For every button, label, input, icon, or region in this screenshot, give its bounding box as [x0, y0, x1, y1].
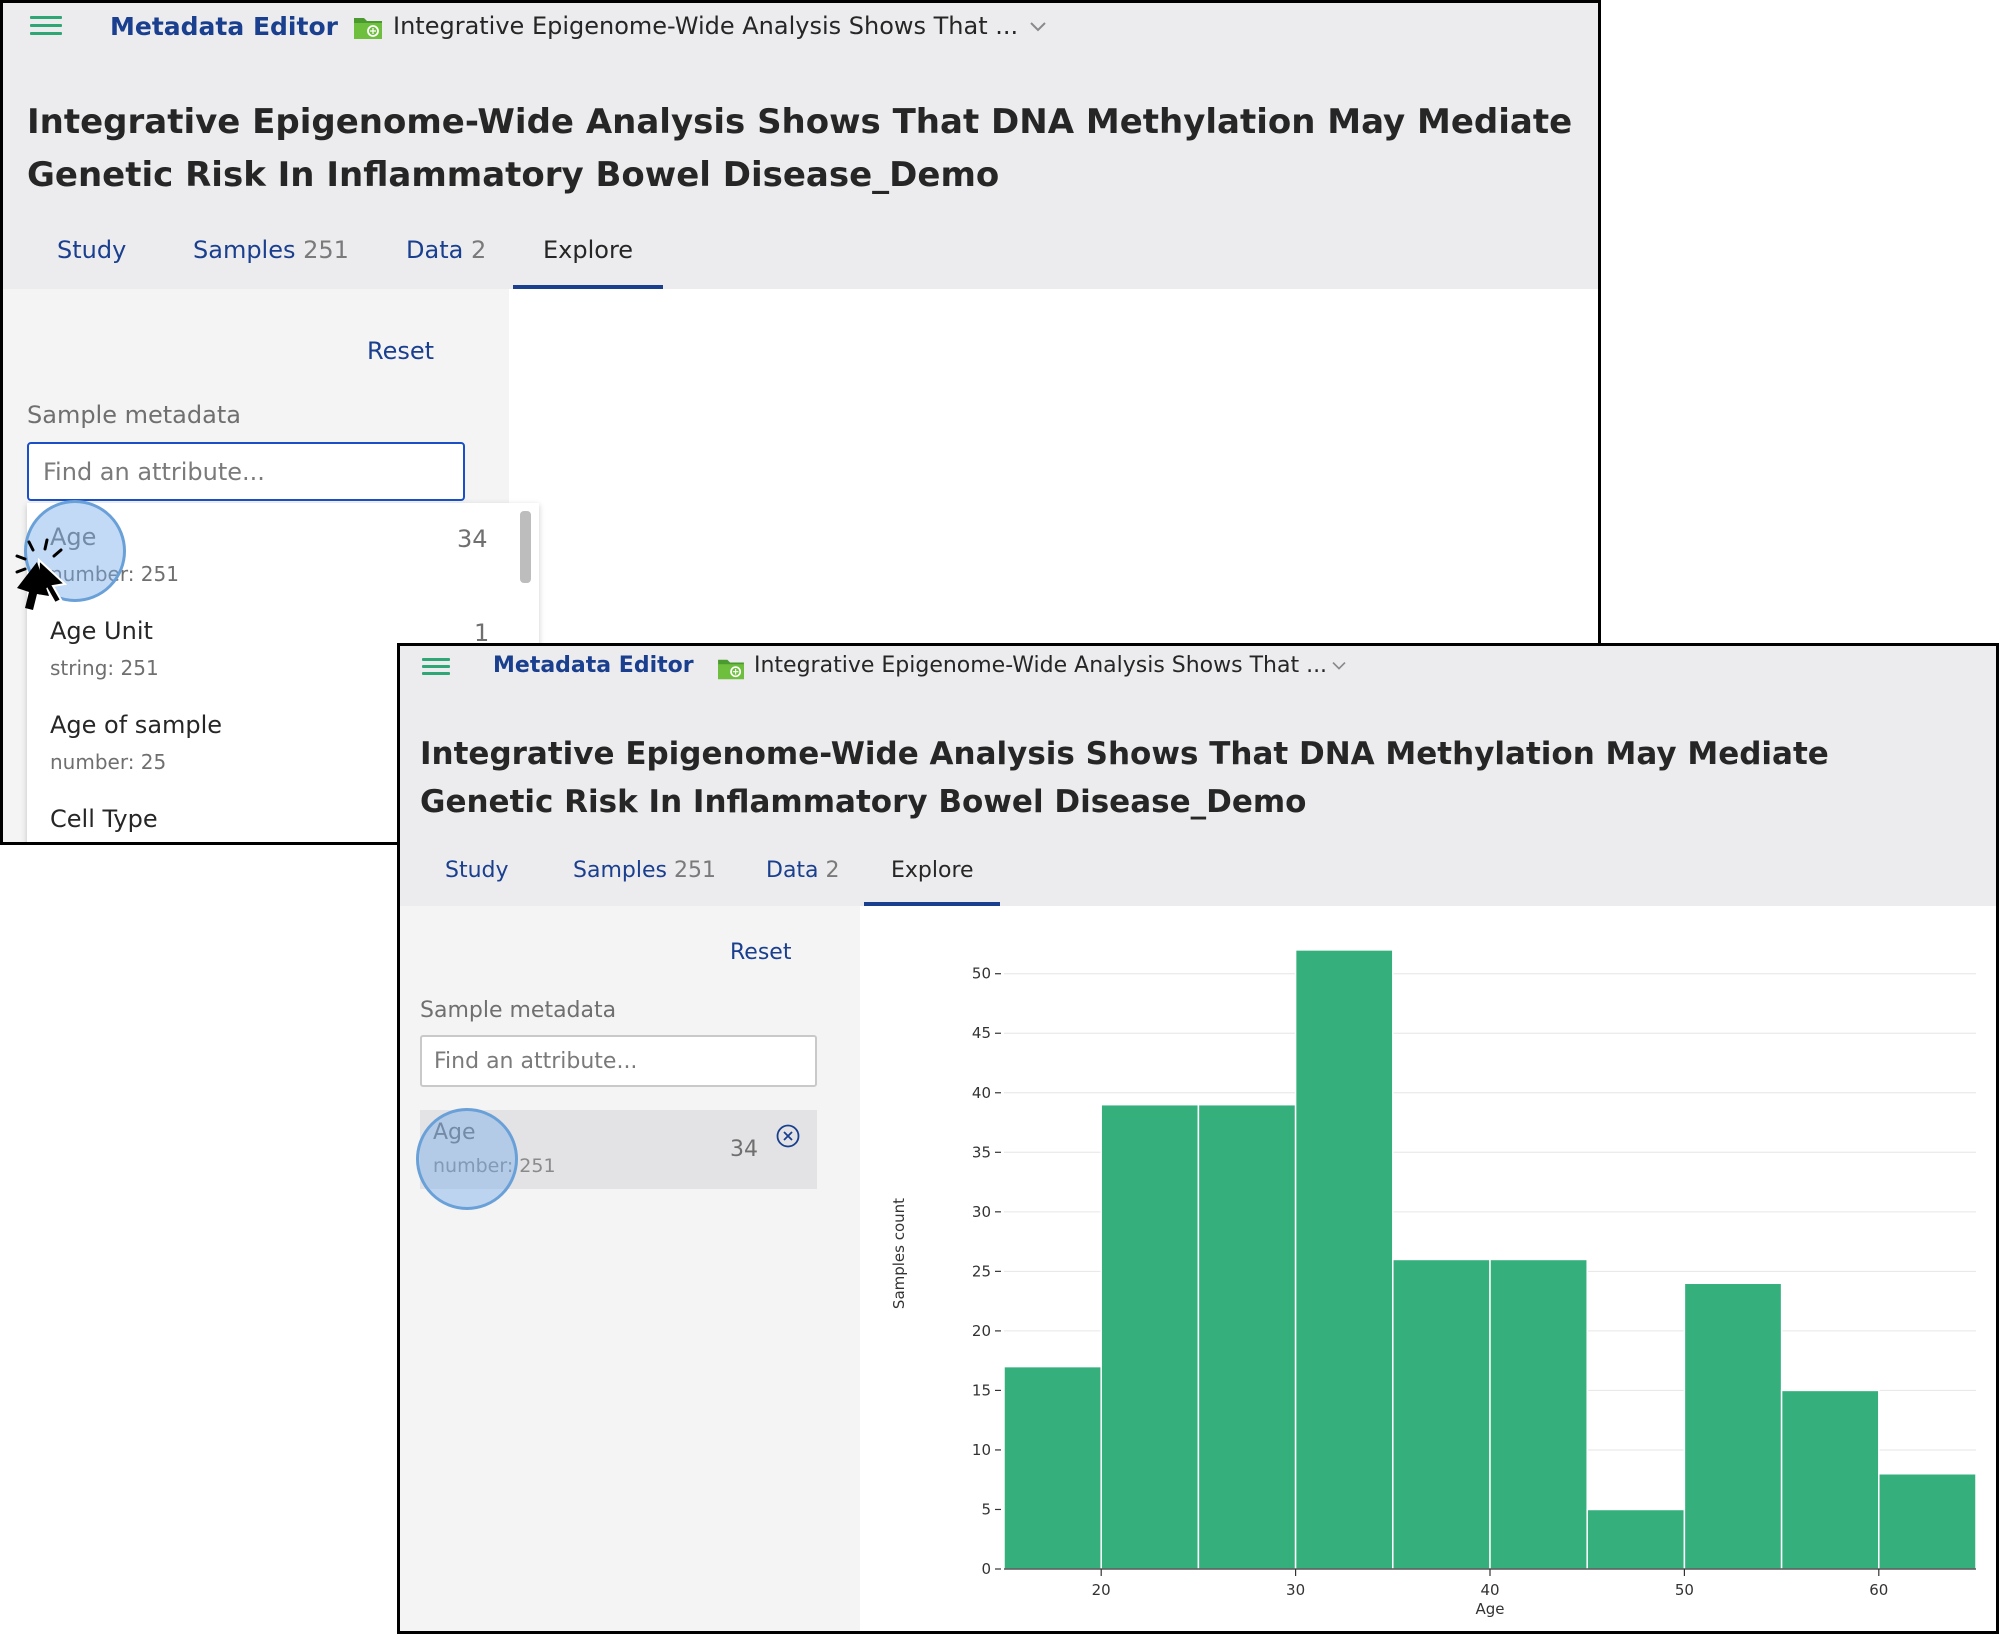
metadata-editor-window-histogram: Metadata Editor Integrative Epigenome-Wi… — [397, 643, 1999, 1634]
app-name-link[interactable]: Metadata Editor — [110, 12, 338, 41]
x-axis-label: Age — [1475, 1600, 1504, 1618]
y-tick-label: 40 — [972, 1084, 991, 1102]
y-tick-label: 45 — [972, 1024, 991, 1042]
folder-icon — [354, 18, 382, 39]
y-tick-label: 35 — [972, 1143, 991, 1161]
attribute-search-input[interactable] — [27, 442, 465, 501]
hamburger-menu-icon[interactable] — [30, 16, 62, 35]
sample-metadata-label: Sample metadata — [420, 998, 617, 1023]
x-tick-label: 30 — [1286, 1581, 1305, 1599]
reset-button[interactable]: Reset — [730, 940, 791, 965]
age-histogram: 0 5 10 15 20 25 30 35 40 45 50 20 30 40 50 60 Age Samples… — [890, 949, 1977, 1618]
scrollbar-thumb[interactable] — [520, 511, 531, 583]
reset-button[interactable]: Reset — [367, 337, 434, 365]
y-tick-label: 25 — [972, 1262, 991, 1280]
y-tick-label: 20 — [972, 1322, 991, 1340]
x-tick-label: 40 — [1480, 1581, 1499, 1599]
y-tick-label: 0 — [981, 1560, 991, 1578]
tab-data[interactable]: Data 2 — [406, 236, 486, 264]
tab-study[interactable]: Study — [445, 858, 509, 883]
y-tick-label: 10 — [972, 1441, 991, 1459]
y-axis-label: Samples count — [890, 1198, 908, 1309]
app-name-link[interactable]: Metadata Editor — [493, 653, 694, 678]
hamburger-menu-icon[interactable] — [422, 658, 450, 675]
histogram-bar — [1197, 1103, 1297, 1570]
header: Metadata Editor Integrative Epigenome-Wi… — [3, 3, 1598, 289]
histogram-bar — [1100, 1103, 1200, 1570]
tab-bar: Study Samples 251 Data 2 Explore — [400, 858, 1000, 906]
chevron-down-icon[interactable] — [1330, 660, 1348, 672]
histogram-bar — [1294, 949, 1394, 1570]
tab-explore[interactable]: Explore — [891, 858, 974, 883]
histogram-bar — [1878, 1473, 1977, 1570]
histogram-bar — [1003, 1365, 1102, 1570]
tab-data[interactable]: Data 2 — [766, 858, 840, 883]
y-tick-label: 5 — [981, 1500, 991, 1518]
tab-samples[interactable]: Samples 251 — [573, 858, 716, 883]
study-title: Integrative Epigenome-Wide Analysis Show… — [420, 736, 1829, 820]
tab-explore[interactable]: Explore — [543, 236, 633, 264]
selected-attribute-age[interactable]: Age number: 251 34 — [420, 1110, 817, 1189]
folder-icon — [718, 659, 744, 680]
study-selector[interactable]: Integrative Epigenome-Wide Analysis Show… — [754, 653, 1327, 678]
x-tick-label: 20 — [1092, 1581, 1111, 1599]
x-tick-label: 50 — [1675, 1581, 1694, 1599]
y-tick-label: 50 — [972, 965, 991, 983]
sample-metadata-label: Sample metadata — [27, 401, 241, 429]
histogram-bar — [1489, 1258, 1588, 1570]
study-title: Integrative Epigenome-Wide Analysis Show… — [27, 102, 1573, 195]
tab-study[interactable]: Study — [57, 236, 126, 264]
y-tick-label: 15 — [972, 1381, 991, 1399]
y-tick-label: 30 — [972, 1203, 991, 1221]
attribute-sidebar: Reset Sample metadata Age number: 251 34 — [400, 906, 860, 1631]
study-selector[interactable]: Integrative Epigenome-Wide Analysis Show… — [393, 12, 1018, 40]
header: Metadata Editor Integrative Epigenome-Wi… — [400, 646, 1996, 906]
histogram-bar — [1392, 1258, 1491, 1570]
attribute-search-input[interactable] — [420, 1035, 817, 1087]
cursor-pointer-icon — [15, 538, 68, 610]
histogram-bar — [1683, 1282, 1783, 1570]
histogram-panel: 0 5 10 15 20 25 30 35 40 45 50 20 30 40 50 60 Age Samples… — [860, 906, 1996, 1631]
tab-samples[interactable]: Samples 251 — [193, 236, 349, 264]
active-tab-indicator — [513, 285, 663, 289]
dropdown-item-age[interactable]: Age number: 251 34 — [27, 503, 539, 597]
histogram-bar — [1586, 1508, 1686, 1570]
chevron-down-icon[interactable] — [1028, 20, 1048, 34]
histogram-bar — [1780, 1389, 1880, 1570]
tab-bar: Study Samples 251 Data 2 Explore — [3, 236, 703, 289]
x-tick-label: 60 — [1869, 1581, 1888, 1599]
close-circle-icon[interactable] — [775, 1123, 801, 1149]
